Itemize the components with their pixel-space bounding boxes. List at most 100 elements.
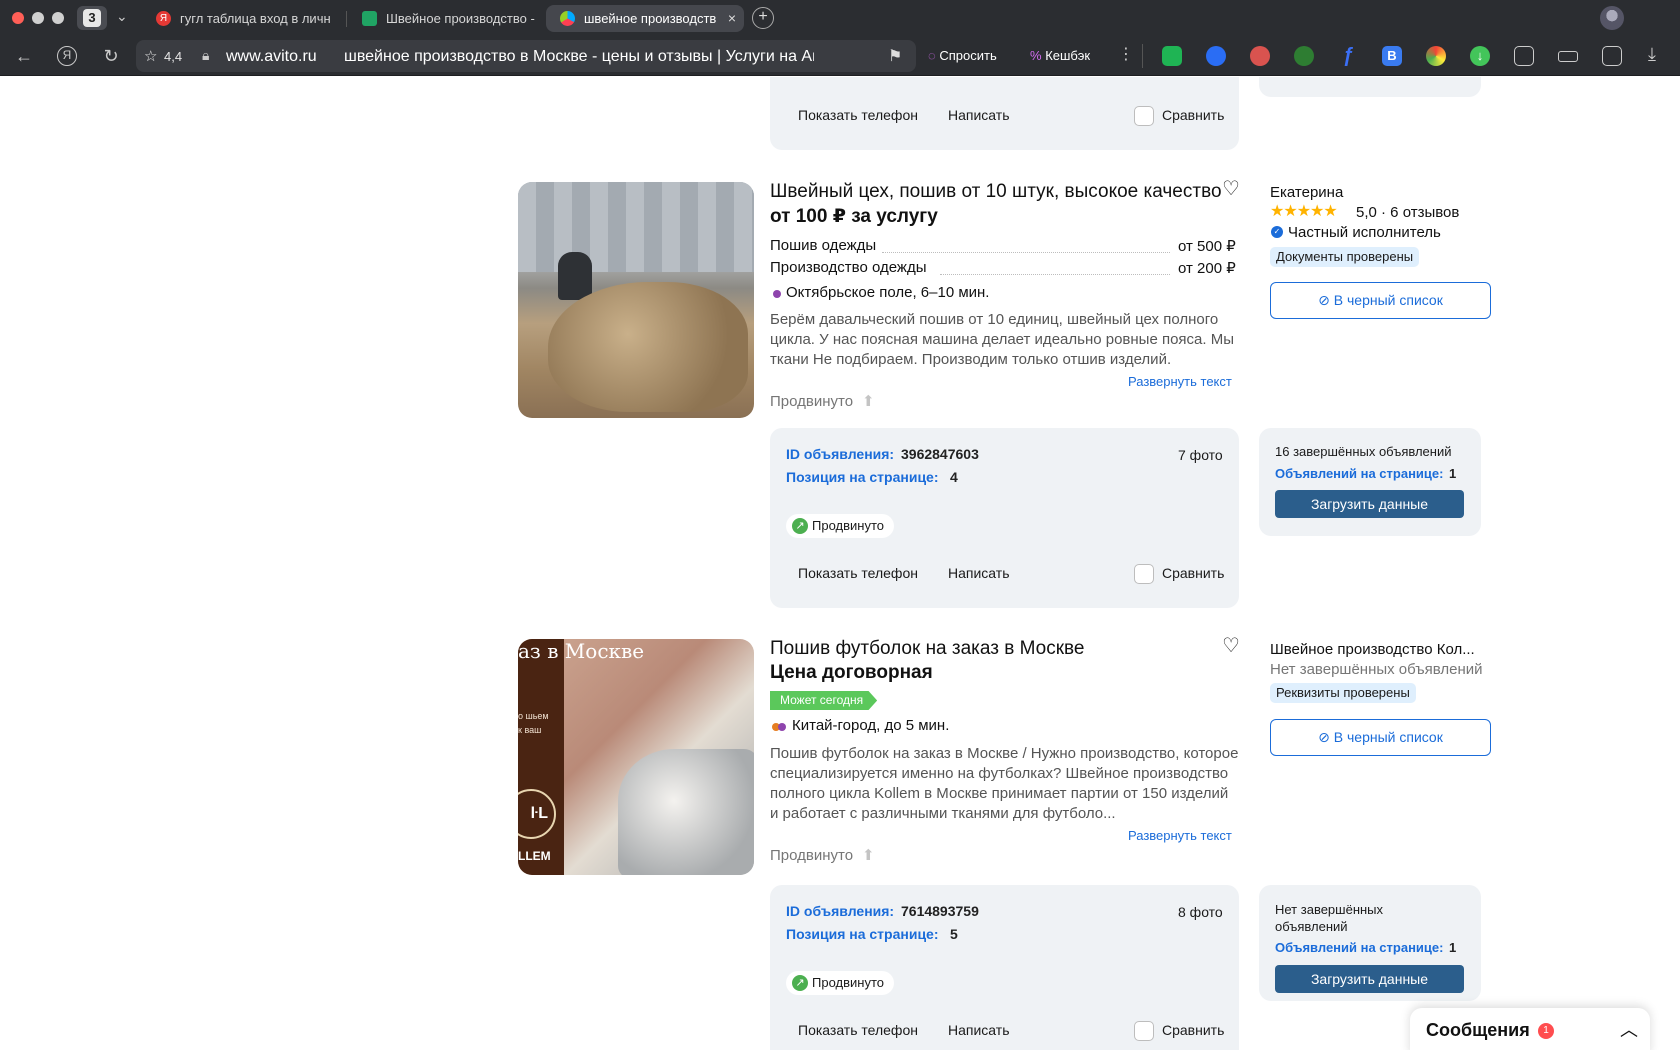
photo-text-line: к ваш bbox=[518, 725, 542, 735]
rating-stars-icon: ★★★★★ bbox=[1270, 203, 1338, 220]
favorite-heart-icon[interactable]: ♡ bbox=[1222, 633, 1240, 658]
extension-id-icon[interactable] bbox=[1206, 46, 1226, 66]
promoted-label: Продвинуто bbox=[770, 847, 854, 864]
extension-dino-icon[interactable] bbox=[1250, 46, 1270, 66]
photo-caption: аз в Москве bbox=[518, 639, 645, 663]
star-icon: ☆ bbox=[144, 48, 158, 65]
show-phone-button[interactable]: Показать телефон bbox=[798, 1022, 918, 1038]
leader-dots bbox=[940, 274, 1170, 275]
listing-price: Цена договорная bbox=[770, 662, 933, 683]
lock-icon: 🔒︎ bbox=[202, 47, 210, 63]
chevron-down-icon[interactable]: ⌄ bbox=[116, 8, 128, 25]
show-phone-button[interactable]: Показать телефон bbox=[798, 107, 918, 123]
write-button[interactable]: Написать bbox=[948, 1022, 1009, 1038]
compare-label: Сравнить bbox=[1162, 1022, 1225, 1038]
photo-count: 8 фото bbox=[1178, 904, 1223, 920]
tab-sheets-document[interactable]: Швейное производство - bbox=[348, 5, 536, 32]
extension-bag-icon[interactable] bbox=[1514, 46, 1534, 66]
url-host: www.avito.ru bbox=[226, 48, 317, 65]
seller-rating[interactable]: 5,0 · 6 отзывов bbox=[1356, 204, 1459, 221]
extension-f-icon[interactable]: ƒ bbox=[1338, 46, 1358, 66]
ask-button[interactable]: ◌ Спросить bbox=[928, 42, 1010, 70]
profile-avatar[interactable] bbox=[1600, 6, 1624, 30]
compare-checkbox[interactable] bbox=[1134, 106, 1154, 126]
today-badge: Может сегодня bbox=[770, 691, 878, 710]
divider bbox=[1142, 44, 1143, 68]
url-field[interactable]: ☆ 4,4 🔒︎ www.avito.ru швейное производст… bbox=[136, 40, 916, 72]
cashback-button[interactable]: % Кешбэк bbox=[1030, 42, 1112, 70]
worker-figure bbox=[558, 252, 592, 300]
extension-color-icon[interactable] bbox=[1426, 46, 1446, 66]
more-vertical-icon[interactable]: ⋮ bbox=[1118, 44, 1134, 64]
minimize-window-icon[interactable] bbox=[32, 12, 44, 24]
expand-text-link[interactable]: Развернуть текст bbox=[1128, 374, 1232, 389]
brand-banner bbox=[518, 639, 564, 875]
tab-avito-active[interactable]: швейное производств × bbox=[546, 5, 744, 32]
extension-b-icon[interactable]: B bbox=[1382, 46, 1402, 66]
verified-check-icon: ✓ bbox=[1271, 226, 1283, 238]
downloads-icon[interactable]: ⤓ bbox=[1648, 44, 1656, 65]
compare-checkbox[interactable] bbox=[1134, 564, 1154, 584]
blacklist-button[interactable]: ⊘ В черный список bbox=[1270, 282, 1491, 319]
listing-photo[interactable] bbox=[518, 182, 754, 418]
documents-verified-badge: Документы проверены bbox=[1270, 247, 1420, 267]
show-phone-button[interactable]: Показать телефон bbox=[798, 565, 918, 581]
maximize-window-icon[interactable] bbox=[52, 12, 64, 24]
service-price: от 200 ₽ bbox=[1178, 260, 1236, 277]
promoted-label: Продвинуто bbox=[770, 393, 854, 410]
completed-listings: 16 завершённых объявлений bbox=[1275, 444, 1452, 459]
messages-label: Сообщения bbox=[1426, 1020, 1530, 1040]
write-button[interactable]: Написать bbox=[948, 565, 1009, 581]
url-page-title: швейное производство в Москве - цены и о… bbox=[344, 48, 814, 65]
tab-count: 3 bbox=[83, 9, 101, 27]
block-icon: ⊘ bbox=[1318, 729, 1330, 745]
extension-bracket-icon[interactable] bbox=[1162, 46, 1182, 66]
extension-download-icon[interactable]: ↓ bbox=[1470, 46, 1490, 66]
battery-icon[interactable] bbox=[1558, 51, 1578, 62]
reload-icon[interactable]: ↻ bbox=[101, 46, 121, 66]
new-tab-icon[interactable]: + bbox=[752, 7, 774, 29]
seller-stats-panel: 16 завершённых объявлений Объявлений на … bbox=[1259, 428, 1481, 536]
service-name: Пошив одежды bbox=[770, 237, 877, 254]
promoted-tag-label: Продвинуто bbox=[812, 975, 884, 990]
back-arrow-icon[interactable]: ← bbox=[14, 46, 34, 66]
sewing-machine bbox=[618, 749, 754, 875]
brand-name: LLEM bbox=[518, 849, 551, 863]
promoted-tag: ↗ Продвинуто bbox=[786, 971, 894, 995]
listing-title[interactable]: Пошив футболок на заказ в Москве bbox=[770, 638, 1085, 660]
expand-text-link[interactable]: Развернуть текст bbox=[1128, 828, 1232, 843]
on-page-value: 1 bbox=[1449, 466, 1457, 481]
messages-widget[interactable]: Сообщения 1 ︿ bbox=[1410, 1008, 1650, 1050]
promoted-tag: ↗ Продвинуто bbox=[786, 514, 894, 538]
chevron-up-icon[interactable]: ︿ bbox=[1620, 1016, 1638, 1042]
up-arrow-icon: ⬆ bbox=[862, 847, 875, 864]
tab-google-sheet[interactable]: Я гугл таблица вход в личн bbox=[142, 5, 342, 32]
photo-count: 7 фото bbox=[1178, 447, 1223, 463]
favorite-heart-icon[interactable]: ♡ bbox=[1222, 176, 1240, 201]
yandex-logo-icon[interactable]: Я bbox=[57, 46, 77, 66]
leader-dots bbox=[882, 252, 1170, 253]
listing-title[interactable]: Швейный цех, пошив от 10 штук, высокое к… bbox=[770, 181, 1222, 203]
blacklist-button[interactable]: ⊘ В черный список bbox=[1270, 719, 1491, 756]
id-value: 7614893759 bbox=[901, 903, 979, 919]
load-data-button[interactable]: Загрузить данные bbox=[1275, 490, 1464, 518]
close-window-icon[interactable] bbox=[12, 12, 24, 24]
close-tab-icon[interactable]: × bbox=[728, 5, 736, 32]
seller-name[interactable]: Швейное производство Кол... bbox=[1270, 641, 1475, 658]
extension-leaf-icon[interactable] bbox=[1294, 46, 1314, 66]
tab-divider bbox=[346, 11, 347, 27]
blacklist-label: В черный список bbox=[1333, 292, 1443, 308]
listing-photo[interactable]: аз в Москве о шьем к ваш ŀL LLEM bbox=[518, 639, 754, 875]
cashback-label: Кешбэк bbox=[1045, 48, 1091, 63]
metro-line-icon bbox=[773, 290, 781, 298]
load-data-button[interactable]: Загрузить данные bbox=[1275, 965, 1464, 993]
compare-checkbox[interactable] bbox=[1134, 1021, 1154, 1041]
write-button[interactable]: Написать bbox=[948, 107, 1009, 123]
tab-label: гугл таблица вход в личн bbox=[180, 11, 331, 26]
bookmark-icon[interactable]: ⚑ bbox=[888, 46, 902, 66]
brand-logo-text: ŀL bbox=[530, 805, 548, 822]
tab-count-button[interactable]: 3 bbox=[77, 6, 107, 30]
blacklist-label: В черный список bbox=[1333, 729, 1443, 745]
sidebar-panel-icon[interactable] bbox=[1602, 46, 1622, 66]
seller-name[interactable]: Екатерина bbox=[1270, 184, 1343, 201]
